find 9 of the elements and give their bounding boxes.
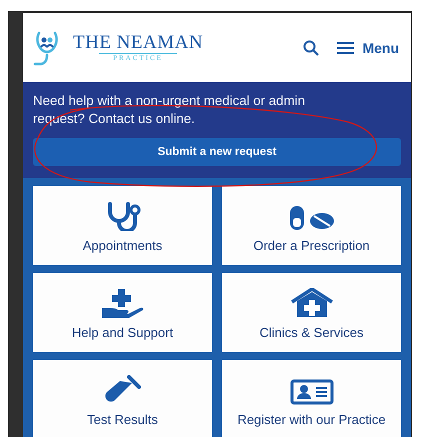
service-tile[interactable]: Clinics & Services: [222, 273, 401, 352]
service-tile[interactable]: Order a Prescription: [222, 186, 401, 265]
service-tile[interactable]: Appointments: [33, 186, 212, 265]
service-tile[interactable]: Test Results: [33, 360, 212, 437]
menu-button[interactable]: Menu: [337, 40, 399, 56]
service-tile[interactable]: Help and Support: [33, 273, 212, 352]
logo-title: THE NEAMAN: [73, 33, 204, 52]
service-tile[interactable]: Register with our Practice: [222, 360, 401, 437]
submit-request-button[interactable]: Submit a new request: [33, 138, 401, 166]
